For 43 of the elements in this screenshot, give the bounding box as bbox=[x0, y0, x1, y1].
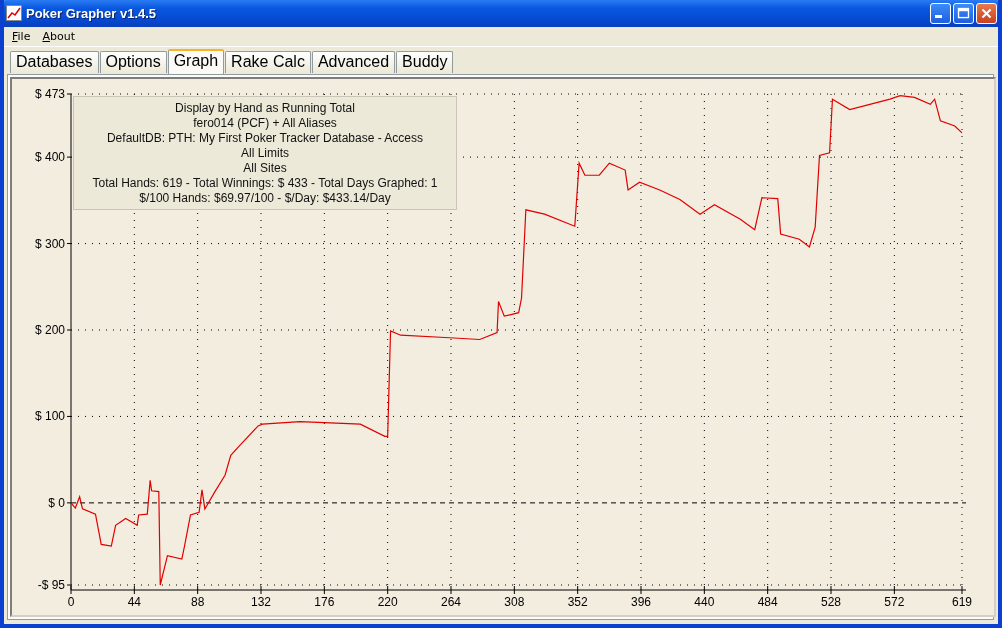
x-tick-label: 396 bbox=[631, 595, 652, 609]
tab[interactable]: Rake Calc bbox=[225, 51, 311, 73]
info-text: Display by Hand as Running Total bbox=[175, 101, 355, 116]
maximize-button[interactable] bbox=[953, 2, 974, 24]
x-tick-label: 308 bbox=[504, 595, 525, 609]
y-tick-label: $ 200 bbox=[34, 323, 65, 337]
line-graph-icon bbox=[6, 5, 22, 22]
x-tick-label: 528 bbox=[821, 595, 842, 609]
info-text: DefaultDB: PTH: My First Poker Tracker Database - Access bbox=[106, 131, 424, 146]
y-tick-label: $ 100 bbox=[34, 409, 65, 424]
tab[interactable]: Advanced bbox=[311, 51, 396, 73]
window-title: Poker Grapher v1.4.5 bbox=[26, 5, 158, 21]
tab[interactable]: Databases bbox=[10, 51, 99, 73]
tab[interactable]: Buddy bbox=[396, 51, 454, 73]
y-tick-label: $ 400 bbox=[34, 150, 65, 165]
y-tick-label: -$ 95 bbox=[37, 578, 65, 592]
tab[interactable]: Options bbox=[99, 51, 167, 73]
x-tick-label: 88 bbox=[191, 595, 205, 609]
close-button[interactable] bbox=[976, 2, 997, 24]
y-tick-label: $ 300 bbox=[34, 236, 65, 251]
x-tick-label: 264 bbox=[441, 595, 461, 609]
x-tick-label: 484 bbox=[757, 595, 778, 609]
x-tick-label: 44 bbox=[127, 595, 141, 609]
minimize-icon bbox=[934, 14, 942, 18]
x-tick-label: 572 bbox=[884, 595, 905, 609]
info-text: $/100 Hands: $69.97/100 - $/Day: $433.14/Day bbox=[139, 191, 391, 206]
y-tick-label: $ 473 bbox=[34, 87, 65, 101]
x-tick-label: 440 bbox=[694, 595, 715, 609]
y-tick-label: $ 0 bbox=[48, 495, 65, 510]
info-text: All Limits bbox=[241, 146, 289, 161]
tab[interactable]: Graph bbox=[167, 49, 225, 74]
minimize-button[interactable] bbox=[930, 2, 951, 24]
x-tick-label: 176 bbox=[314, 595, 335, 609]
x-tick-label: 0 bbox=[67, 595, 75, 609]
info-text: fero014 (PCF) + All Aliases bbox=[193, 116, 337, 131]
info-text: All Sites bbox=[243, 161, 287, 176]
x-tick-label: 132 bbox=[251, 595, 271, 609]
x-tick-label: 220 bbox=[377, 595, 398, 609]
menu-item[interactable]: File bbox=[12, 29, 31, 43]
info-text: Total Hands: 619 - Total Winnings: $ 433 - Total Days Graphed: 1 bbox=[92, 176, 438, 191]
x-tick-label: 619 bbox=[952, 595, 972, 609]
menu-item[interactable]: About bbox=[42, 29, 75, 43]
x-tick-label: 352 bbox=[567, 595, 588, 609]
